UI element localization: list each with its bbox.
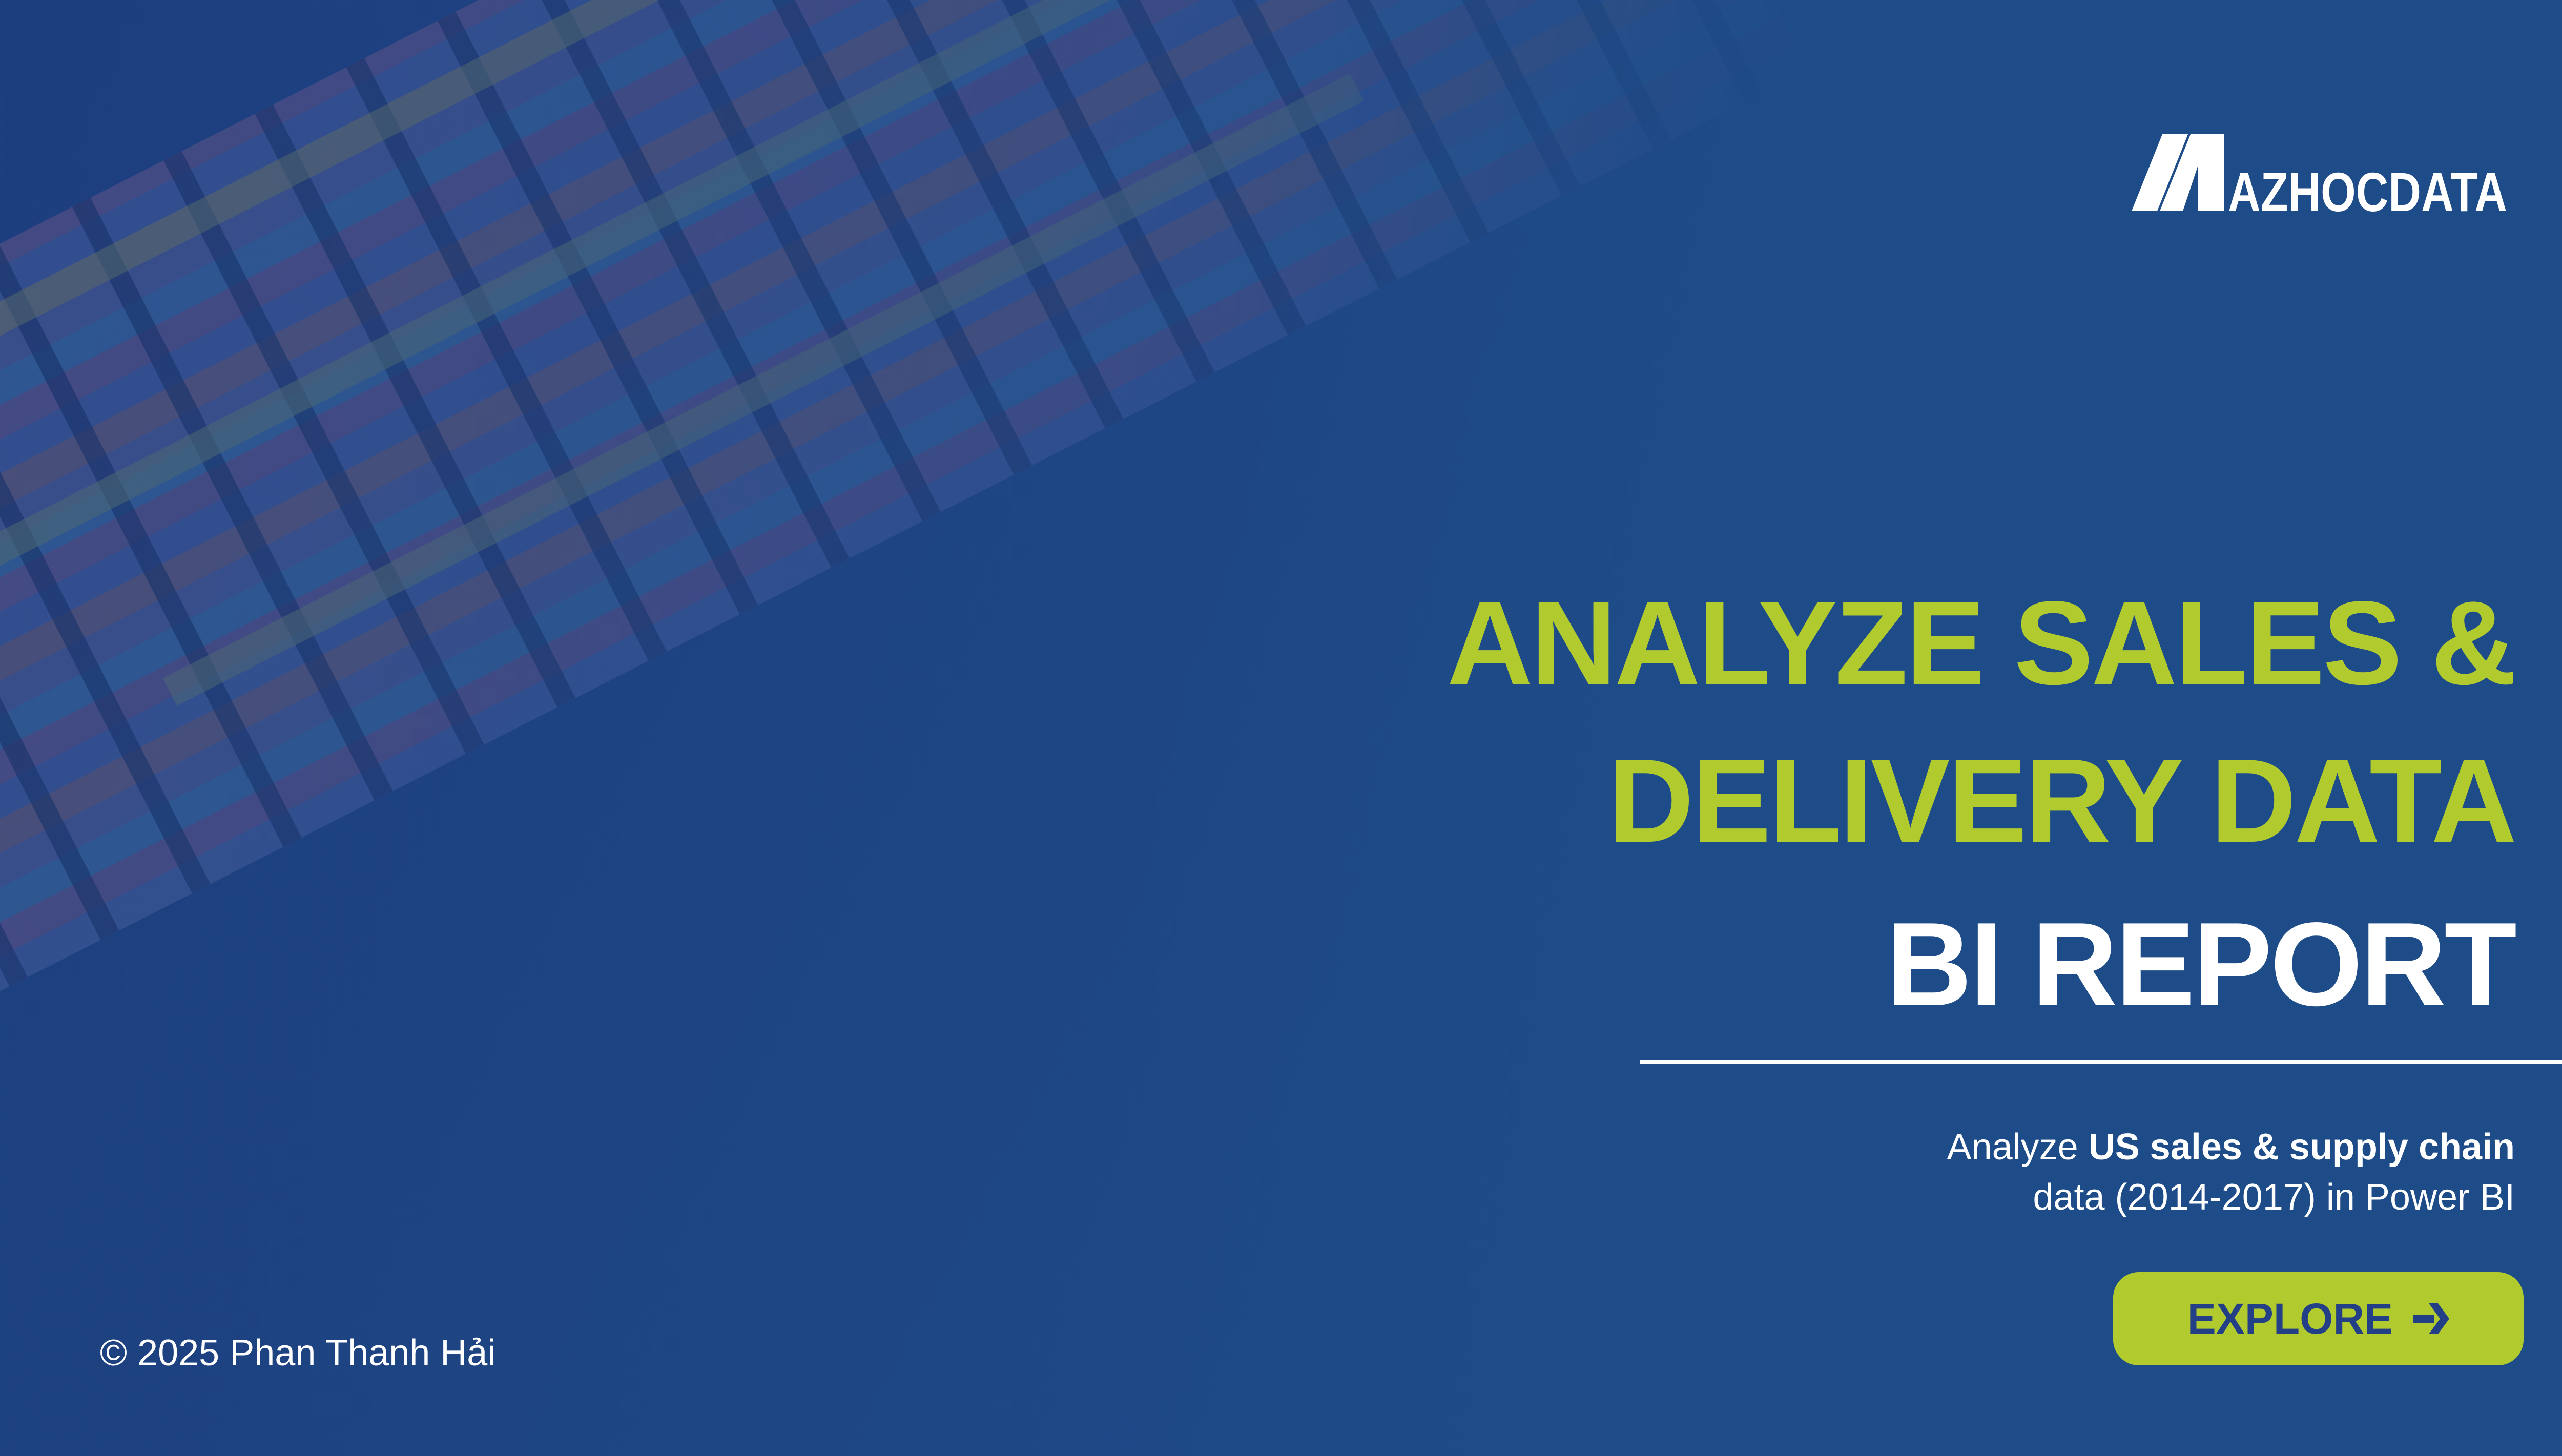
divider [1640, 1060, 2562, 1064]
copyright: © 2025 Phan Thanh Hải [100, 1333, 496, 1374]
blue-overlay [0, 0, 2562, 1456]
arrow-right-icon [2413, 1303, 2450, 1334]
mazhocdata-logo: AZHOCDATA [2132, 134, 2507, 216]
svg-text:AZHOCDATA: AZHOCDATA [2228, 161, 2507, 216]
subtitle-line-2: data (2014-2017) in Power BI [2033, 1177, 2515, 1218]
subtitle: Analyze US sales & supply chain data (20… [1947, 1122, 2515, 1222]
title-line-1: ANALYZE SALES & [1447, 577, 2517, 710]
title-line-3: BI REPORT [1886, 898, 2517, 1031]
title-line-2: DELIVERY DATA [1608, 735, 2517, 867]
subtitle-bold: US sales & supply chain [2088, 1127, 2515, 1168]
explore-button-label: EXPLORE [2187, 1294, 2393, 1343]
subtitle-prefix: Analyze [1947, 1127, 2089, 1168]
explore-button[interactable]: EXPLORE [2113, 1272, 2524, 1365]
